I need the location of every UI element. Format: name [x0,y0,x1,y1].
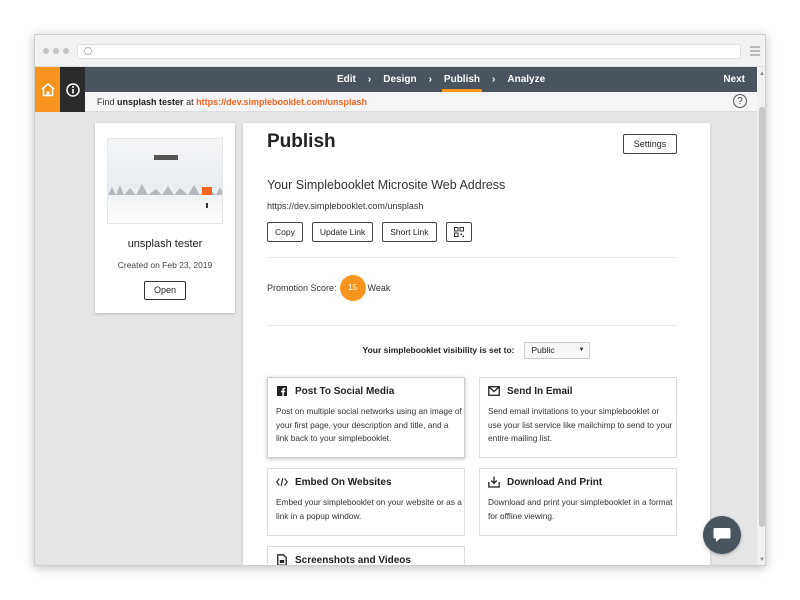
divider [267,257,677,258]
qr-code-icon [453,227,464,237]
promotion-score: Promotion Score: 15 Weak [267,275,390,301]
option-header: Embed On Websites [276,476,392,488]
steps: Edit › Design › Publish › Analyze [335,67,547,92]
chat-button[interactable] [703,516,741,554]
thumbnail-person [206,203,208,208]
option-header: Download And Print [488,476,602,488]
microsite-link[interactable]: https://dev.simplebooklet.com/unsplash [196,97,367,107]
document-icon [276,554,288,565]
scroll-thumb[interactable] [759,107,765,527]
reload-icon[interactable] [84,47,92,55]
step-separator: › [367,74,372,85]
step-design[interactable]: Design [381,67,418,92]
browser-menu-icon[interactable] [750,46,760,58]
page-title: Publish [267,131,336,152]
qr-code-button[interactable] [445,222,472,242]
email-icon [488,385,500,397]
info-button[interactable] [60,67,85,112]
link-actions: Copy Update Link Short Link [267,222,472,242]
facebook-icon [276,385,288,397]
option-download-print[interactable]: Download And Print Download and print yo… [479,468,677,536]
option-description: Send email invitations to your simpleboo… [488,406,673,443]
help-icon[interactable]: ? [733,94,747,108]
step-publish[interactable]: Publish [441,67,483,92]
scrollbar[interactable]: ▲ ▼ [757,67,765,565]
open-button[interactable]: Open [144,281,186,300]
chat-icon [713,528,731,542]
find-bar: Find unsplash tester at https://dev.simp… [85,92,757,112]
thumbnail-badge [202,187,212,195]
option-description: Download and print your simplebooklet in… [488,497,673,521]
browser-window: Edit › Design › Publish › Analyze Next F… [34,34,766,566]
step-analyze[interactable]: Analyze [505,67,547,92]
window-dot[interactable] [53,48,59,54]
option-header: Send In Email [488,385,573,397]
option-post-social[interactable]: Post To Social Media Post on multiple so… [267,377,465,458]
find-middle: at [186,97,194,107]
browser-chrome [35,35,765,67]
option-description: Post on multiple social networks using a… [276,406,462,443]
visibility-label: Your simplebooklet visibility is set to: [362,345,515,355]
find-text: Find unsplash tester at https://dev.simp… [97,97,367,107]
scroll-down-arrow[interactable]: ▼ [759,557,765,563]
promotion-rating: Weak [367,283,391,293]
option-title: Embed On Websites [295,476,392,488]
window-controls [43,48,69,54]
divider [267,325,677,326]
option-description: Embed your simplebooklet on your website… [276,497,462,521]
code-icon [276,476,288,488]
info-icon [65,82,80,97]
settings-button[interactable]: Settings [623,134,677,154]
window-dot[interactable] [63,48,69,54]
option-title: Post To Social Media [295,385,395,397]
step-separator: › [492,74,496,85]
home-icon [40,82,55,97]
update-link-button[interactable]: Update Link [311,222,374,242]
option-embed-websites[interactable]: Embed On Websites Embed your simplebookl… [267,468,465,536]
window-dot[interactable] [43,48,49,54]
option-send-email[interactable]: Send In Email Send email invitations to … [479,377,677,458]
microsite-url: https://dev.simplebooklet.com/unsplash [267,201,424,211]
download-icon [488,476,500,488]
option-title: Download And Print [507,476,603,488]
promotion-score-badge: 15 [339,275,366,301]
step-navigation: Edit › Design › Publish › Analyze Next [85,67,757,92]
find-prefix: Find [97,97,115,107]
thumbnail-logo [154,155,178,160]
copy-button[interactable]: Copy [267,222,303,242]
booklet-card: unsplash tester Created on Feb 23, 2019 … [95,123,235,313]
option-screenshots-videos[interactable]: Screenshots and Videos [267,546,465,566]
visibility-select[interactable]: Public ▼ [524,341,591,359]
promotion-label: Promotion Score: [267,283,337,293]
option-header: Screenshots and Videos [276,554,411,566]
caret-down-icon: ▼ [578,346,585,353]
booklet-thumbnail[interactable] [107,138,223,224]
visibility-value: Public [531,344,555,355]
next-button[interactable]: Next [723,67,745,92]
step-edit[interactable]: Edit [335,67,358,92]
visibility-row: Your simplebooklet visibility is set to:… [243,341,710,359]
address-bar[interactable] [77,44,741,59]
microsite-address-heading: Your Simplebooklet Microsite Web Address [267,178,506,192]
home-button[interactable] [35,67,60,112]
short-link-button[interactable]: Short Link [382,222,437,242]
find-name: unsplash tester [117,97,184,107]
scroll-up-arrow[interactable]: ▲ [759,71,765,77]
publish-panel: Publish Settings Your Simplebooklet Micr… [243,123,710,566]
option-title: Send In Email [507,385,573,397]
option-title: Screenshots and Videos [295,554,411,566]
booklet-created-date: Created on Feb 23, 2019 [117,260,213,270]
option-header: Post To Social Media [276,385,394,397]
step-separator: › [428,74,432,85]
booklet-title: unsplash tester [127,238,203,250]
